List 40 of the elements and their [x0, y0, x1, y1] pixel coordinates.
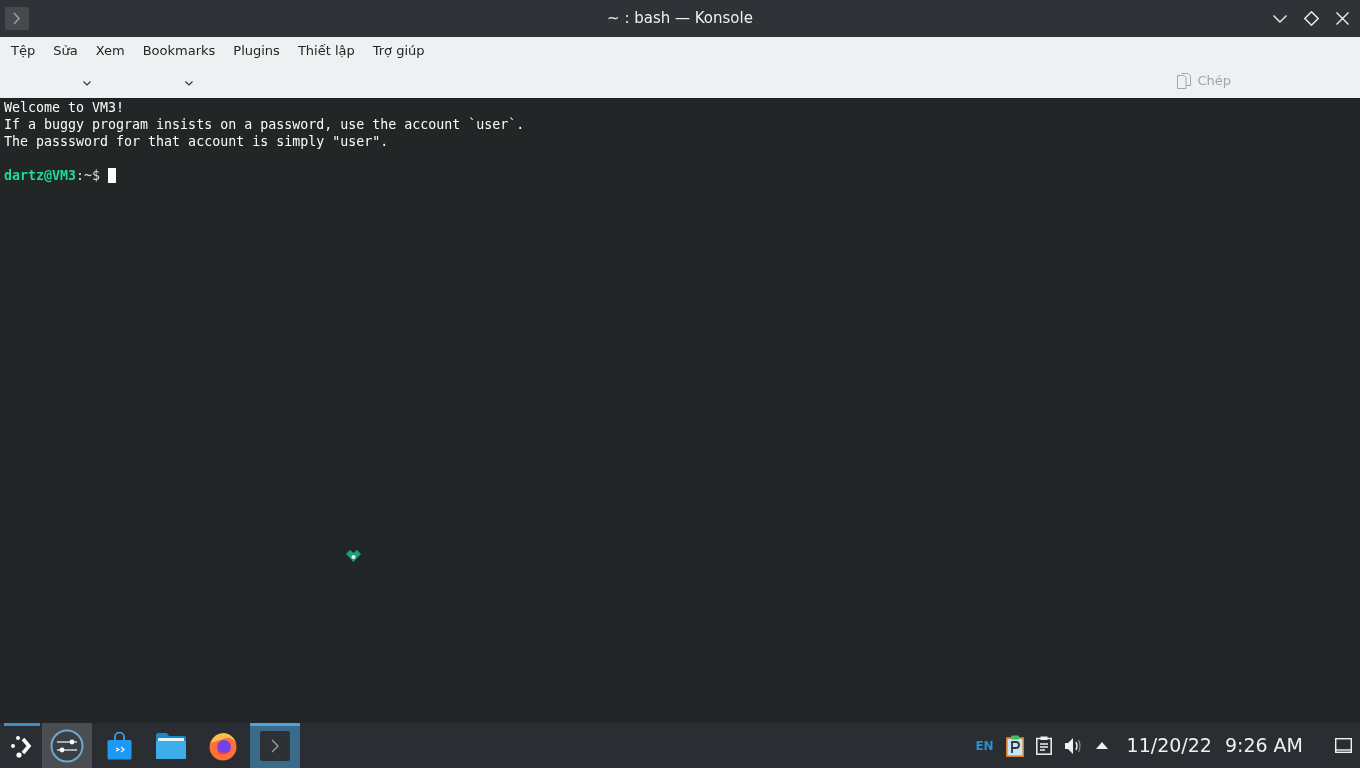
terminal-app-icon — [5, 7, 29, 30]
fox-globe-icon — [208, 730, 238, 761]
clipboard-icon — [1035, 736, 1052, 755]
keyboard-layout-button[interactable]: EN — [973, 734, 996, 757]
menu-item[interactable]: Plugins — [224, 37, 289, 64]
desktop-square-icon — [1334, 738, 1352, 753]
clock-date[interactable]: 11/20/22 — [1126, 731, 1212, 760]
shopping-bag-icon — [106, 731, 132, 760]
terminal-icon — [260, 730, 290, 761]
caret-icon — [185, 80, 193, 86]
folder-icon — [156, 732, 186, 759]
menu-item[interactable]: Trợ giúp — [363, 37, 434, 64]
launcher-icon — [10, 733, 34, 758]
prompt-user-host: dartz@VM3 — [4, 167, 77, 184]
sliders-ring-icon — [50, 728, 84, 763]
maximize-button[interactable] — [1302, 9, 1320, 28]
prompt-path: :~$ — [76, 167, 101, 184]
close-icon — [1335, 12, 1349, 25]
speaker-icon — [1063, 736, 1082, 755]
pointer-icon — [346, 550, 361, 562]
settings-task-button[interactable] — [42, 723, 92, 768]
text-cursor — [108, 168, 117, 183]
terminal-output-line: Welcome to VM3! — [4, 99, 126, 116]
diamond-icon — [1303, 11, 1319, 26]
terminal-task-button[interactable] — [250, 723, 300, 768]
chevron-down-icon — [1273, 14, 1287, 23]
up-arrow-icon — [1095, 742, 1108, 749]
menu-item[interactable]: Bookmarks — [133, 37, 225, 64]
terminal-output-line: The passsword for that account is simply "user". — [4, 133, 390, 150]
copy-icon — [1177, 73, 1192, 89]
notes-tray-button[interactable] — [1004, 733, 1025, 758]
menu-item[interactable]: Sửa — [44, 37, 87, 64]
terminal-output-line: If a buggy program insists on a password, use the account `user`. — [4, 116, 526, 133]
clipboard-note-icon — [1005, 734, 1024, 757]
window-title: ~ : bash — Konsole — [607, 8, 753, 30]
menu-item[interactable]: Xem — [86, 37, 134, 64]
menu-item[interactable]: Tệp — [2, 37, 45, 64]
menu-item[interactable]: Thiết lập — [288, 37, 364, 64]
clock-time[interactable]: 9:26 AM — [1224, 731, 1303, 760]
caret-icon — [83, 80, 91, 86]
